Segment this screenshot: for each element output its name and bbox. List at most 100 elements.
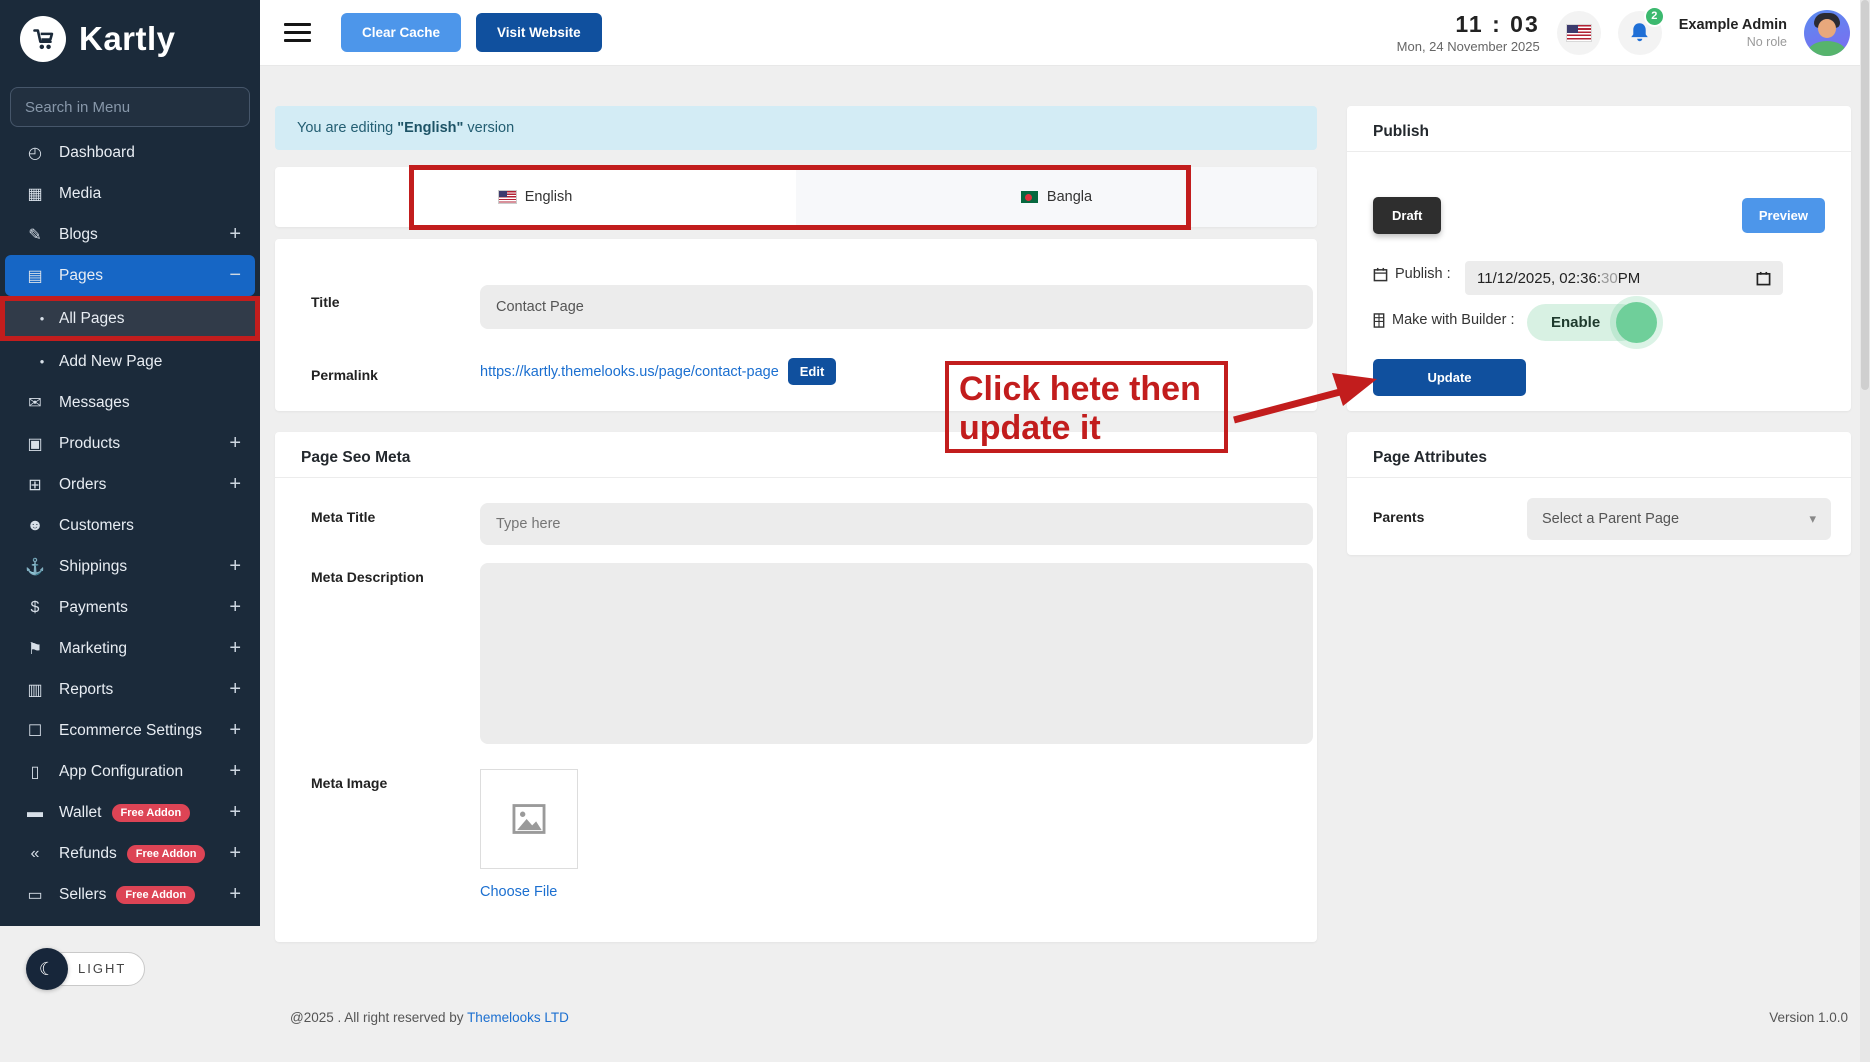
sidebar-item-refunds[interactable]: « Refunds Free Addon +: [5, 833, 255, 874]
themelooks-link[interactable]: Themelooks LTD: [467, 1010, 569, 1025]
sidebar-item-messages[interactable]: ✉ Messages: [5, 382, 255, 423]
permalink-label: Permalink: [311, 367, 378, 383]
blogs-icon: ✎: [22, 225, 48, 245]
annotation-arrow-icon: [1228, 368, 1380, 428]
preview-button[interactable]: Preview: [1742, 198, 1825, 233]
sidebar-item-ecommerce-settings[interactable]: ☐ Ecommerce Settings +: [5, 710, 255, 751]
meta-description-input[interactable]: [480, 563, 1313, 744]
sidebar-item-label: Payments: [59, 599, 128, 617]
publish-date-label: Publish :: [1395, 266, 1451, 282]
sidebar-item-all-pages[interactable]: ● All Pages: [0, 296, 260, 341]
clock-block: 11 : 03 Mon, 24 November 2025: [1397, 11, 1540, 54]
sidebar-item-reports[interactable]: ▥ Reports +: [5, 669, 255, 710]
make-with-builder-toggle[interactable]: Enable: [1527, 304, 1640, 341]
sidebar-item-products[interactable]: ▣ Products +: [5, 423, 255, 464]
sidebar-item-orders[interactable]: ⊞ Orders +: [5, 464, 255, 505]
tab-english[interactable]: English: [275, 167, 796, 227]
reports-icon: ▥: [22, 680, 48, 700]
meta-description-label: Meta Description: [311, 569, 424, 585]
expand-icon[interactable]: +: [229, 801, 241, 824]
expand-icon[interactable]: +: [229, 883, 241, 906]
us-flag-icon: [1567, 25, 1591, 41]
editing-version-banner: You are editing "English" version: [275, 106, 1317, 150]
orders-icon: ⊞: [22, 475, 48, 495]
draft-status-button[interactable]: Draft: [1373, 197, 1441, 234]
sidebar-item-sellers[interactable]: ▭ Sellers Free Addon +: [5, 874, 255, 915]
sidebar-item-label: App Configuration: [59, 763, 183, 781]
seo-meta-card: Page Seo Meta Meta Title Meta Descriptio…: [275, 432, 1317, 942]
sidebar-item-label: Marketing: [59, 640, 127, 658]
sidebar-item-shippings[interactable]: ⚓ Shippings +: [5, 546, 255, 587]
customers-icon: ☻: [22, 517, 48, 535]
expand-icon[interactable]: −: [229, 264, 241, 287]
sidebar-item-label: Customers: [59, 517, 134, 535]
brand-logo[interactable]: Kartly: [0, 0, 260, 62]
expand-icon[interactable]: +: [229, 719, 241, 742]
avatar[interactable]: [1804, 10, 1850, 56]
bd-flag-icon: [1021, 191, 1038, 203]
clock-date: Mon, 24 November 2025: [1397, 39, 1540, 54]
permalink-link[interactable]: https://kartly.themelooks.us/page/contac…: [480, 364, 779, 380]
language-tabs: English Bangla: [275, 167, 1317, 227]
title-input[interactable]: [480, 285, 1313, 329]
publish-datetime-input[interactable]: 11/12/2025, 02:36:30 PM: [1465, 261, 1783, 295]
footer-version: Version 1.0.0: [1769, 1010, 1848, 1025]
choose-file-link[interactable]: Choose File: [480, 884, 557, 900]
visit-website-button[interactable]: Visit Website: [476, 13, 602, 52]
sidebar-item-blogs[interactable]: ✎ Blogs +: [5, 214, 255, 255]
sidebar-item-dashboard[interactable]: ◴ Dashboard: [5, 132, 255, 173]
tab-bangla[interactable]: Bangla: [796, 167, 1317, 227]
chevron-down-icon: ▾: [1809, 511, 1816, 527]
sidebar-item-marketing[interactable]: ⚑ Marketing +: [5, 628, 255, 669]
sidebar-item-add-new-page[interactable]: ● Add New Page: [5, 341, 255, 382]
sidebar-item-label: Refunds: [59, 845, 117, 863]
admin-menu[interactable]: Example Admin No role: [1679, 17, 1787, 49]
search-input[interactable]: [10, 87, 250, 127]
sidebar-nav: ◴ Dashboard ▦ Media ✎ Blogs + ▤ Pages − …: [0, 132, 260, 915]
expand-icon[interactable]: +: [229, 596, 241, 619]
sidebar-item-label: Sellers: [59, 886, 106, 904]
attributes-section-title: Page Attributes: [1373, 449, 1487, 467]
builder-icon: [1373, 313, 1385, 328]
expand-icon[interactable]: +: [229, 760, 241, 783]
sidebar-item-app-configuration[interactable]: ▯ App Configuration +: [5, 751, 255, 792]
sidebar-item-media[interactable]: ▦ Media: [5, 173, 255, 214]
sidebar-item-pages[interactable]: ▤ Pages −: [5, 255, 255, 296]
expand-icon[interactable]: +: [229, 473, 241, 496]
meta-title-input[interactable]: [480, 503, 1313, 545]
edit-permalink-button[interactable]: Edit: [788, 358, 837, 385]
sidebar-item-customers[interactable]: ☻ Customers: [5, 505, 255, 546]
admin-name: Example Admin: [1679, 17, 1787, 33]
scrollbar-thumb[interactable]: [1861, 0, 1869, 390]
sellers-icon: ▭: [22, 885, 48, 905]
language-flag-button[interactable]: [1557, 11, 1601, 55]
expand-icon[interactable]: +: [229, 432, 241, 455]
clear-cache-button[interactable]: Clear Cache: [341, 13, 461, 52]
expand-icon[interactable]: +: [229, 678, 241, 701]
publish-card: Publish Draft Preview Publish : 11/12/20…: [1347, 106, 1851, 411]
expand-icon[interactable]: +: [229, 555, 241, 578]
menu-toggle-icon[interactable]: [284, 23, 311, 42]
notifications-button[interactable]: 2: [1618, 11, 1662, 55]
sidebar-item-label: Shippings: [59, 558, 127, 576]
topbar: Clear Cache Visit Website 11 : 03 Mon, 2…: [260, 0, 1870, 66]
free-addon-badge: Free Addon: [116, 886, 195, 904]
parent-page-select[interactable]: Select a Parent Page ▾: [1527, 498, 1831, 540]
theme-toggle[interactable]: ☾ LIGHT: [26, 948, 145, 990]
expand-icon[interactable]: +: [229, 637, 241, 660]
image-placeholder-icon: [510, 800, 548, 838]
update-button[interactable]: Update: [1373, 359, 1526, 396]
footer-copyright: @2025 . All right reserved by Themelooks…: [290, 1010, 569, 1025]
ecommerce-settings-icon: ☐: [22, 721, 48, 741]
datetime-picker-icon[interactable]: [1756, 271, 1771, 286]
expand-icon[interactable]: +: [229, 223, 241, 246]
us-flag-icon: [499, 191, 516, 203]
dashboard-icon: ◴: [22, 143, 48, 163]
scrollbar-track[interactable]: [1860, 0, 1870, 1062]
sidebar-item-payments[interactable]: $ Payments +: [5, 587, 255, 628]
parents-label: Parents: [1373, 509, 1424, 525]
sidebar-item-label: Orders: [59, 476, 106, 494]
expand-icon[interactable]: +: [229, 842, 241, 865]
sidebar-item-wallet[interactable]: ▬ Wallet Free Addon +: [5, 792, 255, 833]
meta-image-preview[interactable]: [480, 769, 578, 869]
